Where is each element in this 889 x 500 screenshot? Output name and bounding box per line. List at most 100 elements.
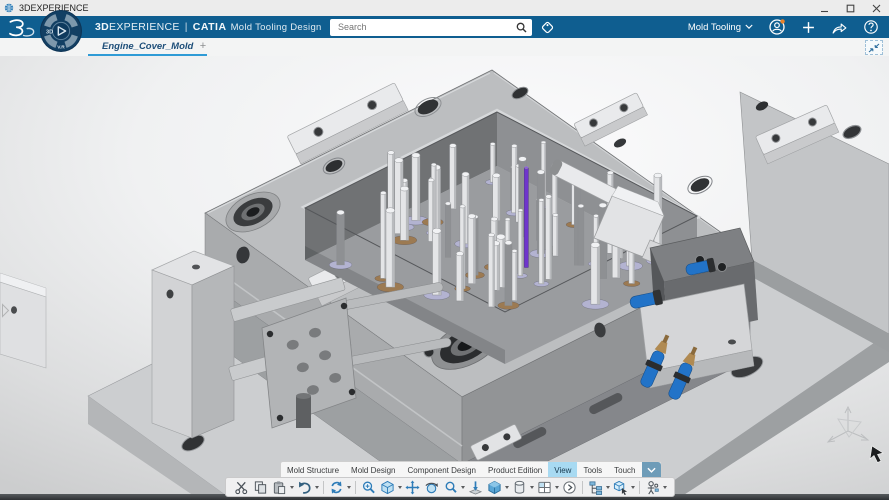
app-globe-icon [4, 3, 14, 13]
toolbar-separator [323, 481, 324, 494]
minimize-button[interactable] [811, 0, 837, 16]
viewport-3d[interactable] [0, 56, 889, 494]
action-tab-mold-design[interactable]: Mold Design [345, 462, 401, 478]
multi-view-icon [537, 480, 552, 495]
action-tab-mold-structure[interactable]: Mold Structure [281, 462, 345, 478]
share-button[interactable] [831, 20, 848, 35]
action-tab-tools[interactable]: Tools [577, 462, 608, 478]
experience-compass[interactable]: 3D V.R [39, 9, 83, 53]
chevron-down-icon [647, 467, 656, 474]
window-controls [811, 0, 889, 16]
maximize-button[interactable] [837, 0, 863, 16]
rotate-button[interactable] [422, 478, 441, 496]
paste-button[interactable] [270, 478, 289, 496]
select-box-button[interactable] [611, 478, 630, 496]
shaded-view-button[interactable] [485, 478, 504, 496]
collapse-window-button[interactable] [865, 40, 883, 55]
compass-west-label: 3D [46, 30, 53, 36]
3ds-logo [6, 17, 36, 39]
chevron-down-icon [745, 24, 753, 30]
update-button[interactable] [327, 478, 346, 496]
iso-view-icon [380, 480, 395, 495]
tag-icon [539, 19, 556, 36]
cut-button[interactable] [232, 478, 251, 496]
search-box [330, 19, 532, 36]
action-tab-view[interactable]: View [548, 462, 577, 478]
brand-app: CATIA [193, 21, 227, 33]
tab-engine-cover-mold[interactable]: Engine_Cover_Mold [88, 38, 207, 56]
brand-role: Mold Tooling Design [231, 22, 322, 33]
new-tab-icon: + [200, 40, 206, 52]
copy-button[interactable] [251, 478, 270, 496]
new-tab-button[interactable]: + [196, 39, 210, 53]
multi-view-button[interactable] [535, 478, 554, 496]
select-box-dropdown-arrow[interactable] [630, 478, 636, 496]
more-views-icon [562, 480, 577, 495]
help-icon [863, 19, 879, 35]
toolbar-separator [582, 481, 583, 494]
render-style-icon [512, 480, 527, 495]
action-bar-sections: Mold Structure Mold Design Component Des… [280, 461, 662, 478]
toolbar-separator [639, 481, 640, 494]
paste-icon [272, 480, 287, 495]
design-tree-icon [588, 480, 603, 495]
close-button[interactable] [863, 0, 889, 16]
add-content-button[interactable] [801, 20, 816, 35]
panel-expander-button[interactable] [0, 302, 11, 324]
window-titlebar: 3DEXPERIENCE [0, 0, 889, 16]
document-tab-bar: Engine_Cover_Mold + [0, 38, 889, 57]
undo-icon [297, 480, 312, 495]
zoom-in-icon [361, 480, 376, 495]
brand-divider: | [185, 21, 188, 33]
normal-view-button[interactable] [466, 478, 485, 496]
avatar-button[interactable] [643, 478, 662, 496]
brand-experience: EXPERIENCE [109, 21, 180, 33]
pan-icon [405, 480, 420, 495]
shaded-view-icon [487, 480, 502, 495]
maximize-icon [846, 4, 855, 13]
action-tab-touch[interactable]: Touch [608, 462, 641, 478]
iso-view-button[interactable] [378, 478, 397, 496]
share-icon [831, 20, 848, 35]
update-dropdown-arrow[interactable] [346, 478, 352, 496]
compass-south-label: V.R [57, 44, 65, 50]
update-icon [329, 480, 344, 495]
tag-button[interactable] [538, 18, 556, 36]
close-icon [872, 4, 881, 13]
render-style-button[interactable] [510, 478, 529, 496]
search-icon[interactable] [516, 22, 527, 33]
mold-assembly-scene [0, 56, 889, 494]
normal-view-icon [468, 480, 483, 495]
profile-icon [768, 18, 786, 36]
action-tab-product-edition[interactable]: Product Edition [482, 462, 548, 478]
profile-button[interactable] [768, 18, 786, 36]
undo-button[interactable] [295, 478, 314, 496]
action-bar-collapse-button[interactable] [642, 462, 661, 478]
top-bar: 3DEXPERIENCE|CATIAMold Tooling Design Mo… [0, 16, 889, 38]
copy-icon [253, 480, 268, 495]
help-button[interactable] [863, 19, 879, 35]
toolbar-separator [355, 481, 356, 494]
app-role-menu[interactable]: Mold Tooling [688, 22, 753, 33]
avatar-icon [645, 480, 660, 495]
more-views-button[interactable] [560, 478, 579, 496]
application-window: 3DEXPERIENCE 3DEXPERIENCE|CATIAMold Tool… [0, 0, 889, 500]
minimize-icon [820, 4, 829, 13]
notification-dot [780, 19, 784, 23]
support-pillar [152, 251, 234, 438]
rotate-icon [424, 480, 439, 495]
brand-3d: 3D [95, 21, 109, 33]
zoom-in-button[interactable] [359, 478, 378, 496]
pan-button[interactable] [403, 478, 422, 496]
zoom-button[interactable] [441, 478, 460, 496]
cut-icon [234, 480, 249, 495]
undo-dropdown-arrow[interactable] [314, 478, 320, 496]
select-box-icon [613, 480, 628, 495]
zoom-icon [443, 480, 458, 495]
avatar-dropdown-arrow[interactable] [662, 478, 668, 496]
panel-expander-icon [0, 302, 11, 319]
action-tab-component-design[interactable]: Component Design [402, 462, 482, 478]
design-tree-button[interactable] [586, 478, 605, 496]
search-input[interactable] [330, 22, 516, 32]
add-icon [801, 20, 816, 35]
